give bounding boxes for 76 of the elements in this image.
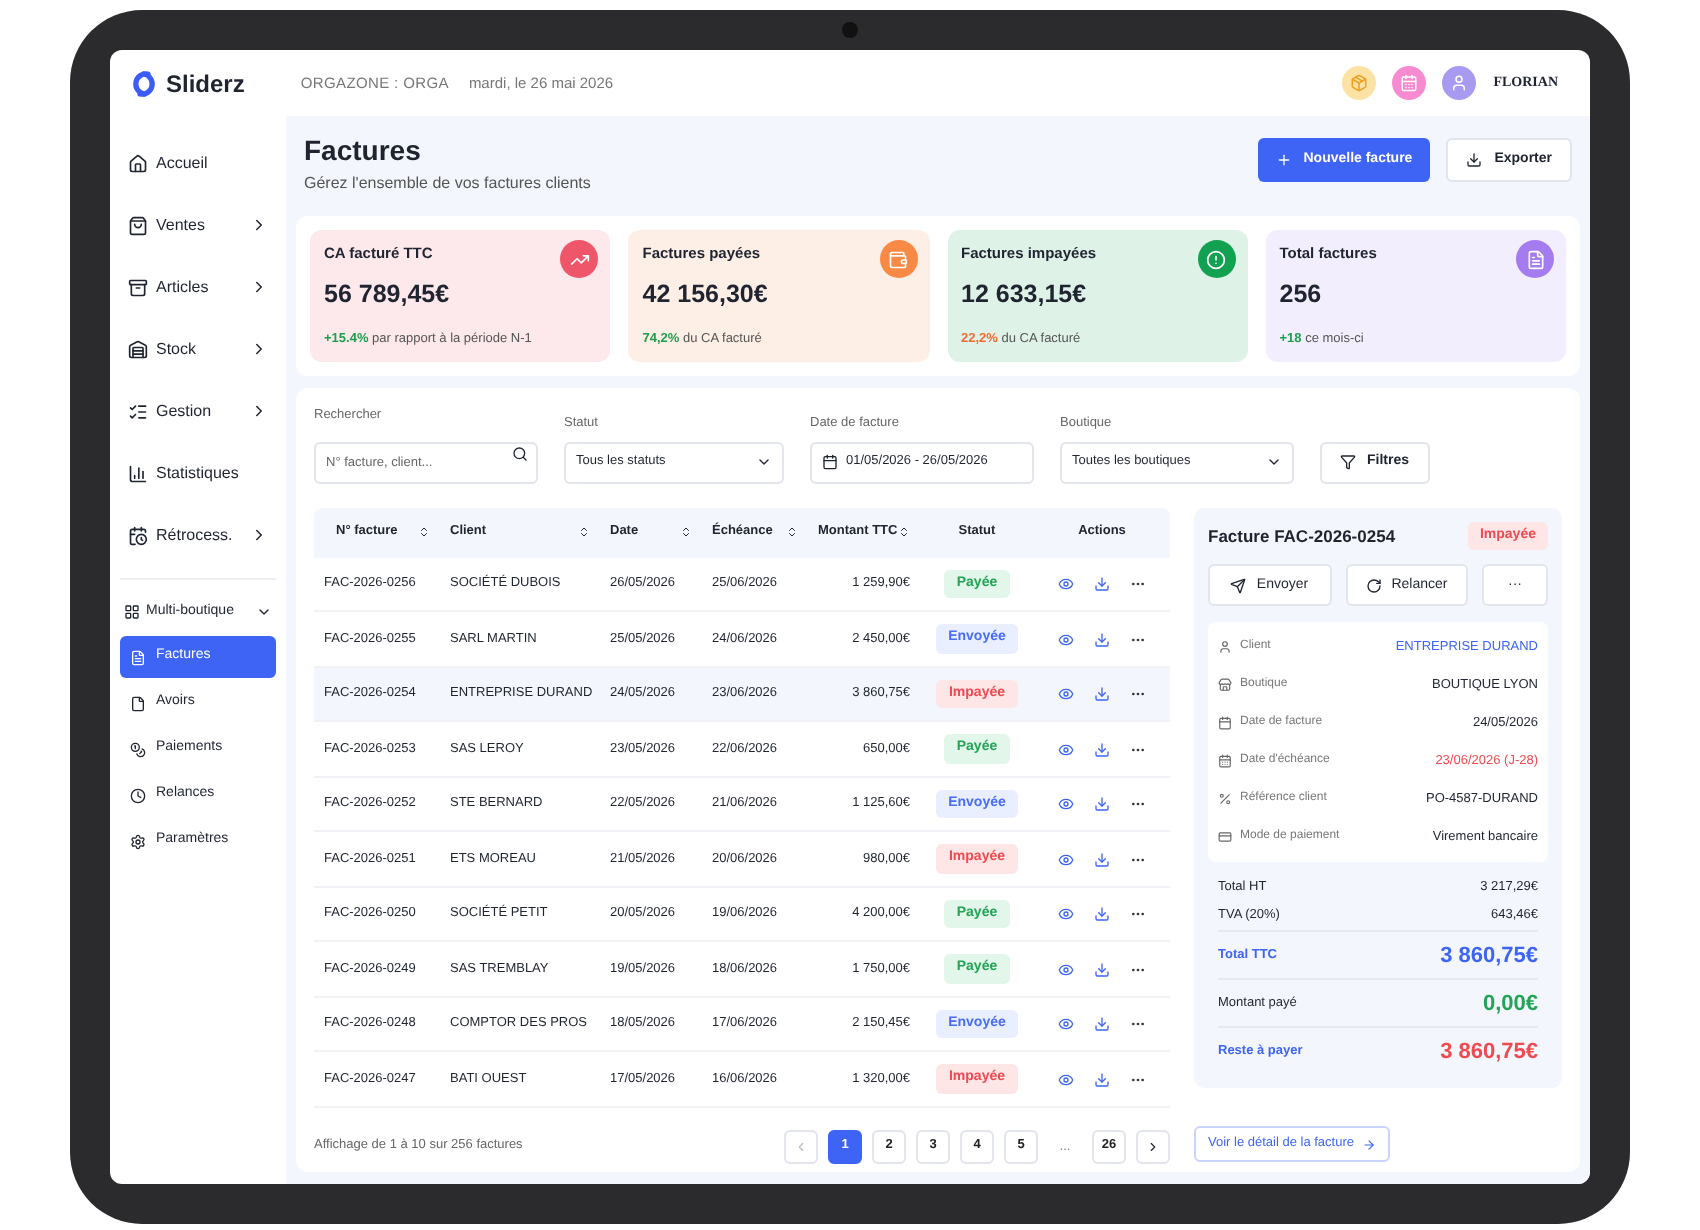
coins-icon (130, 741, 146, 757)
chevron-icon (250, 278, 268, 296)
arrow-icon (1362, 1137, 1376, 1151)
shelf-icon (128, 339, 148, 359)
grid-icon (124, 604, 140, 620)
percent-icon (1218, 792, 1232, 807)
plus-icon (1275, 152, 1292, 168)
view-icon[interactable] (1058, 1071, 1074, 1087)
bag-icon (128, 215, 148, 235)
clock-icon (130, 787, 146, 803)
bar-chart-icon (128, 463, 148, 483)
logo-icon (130, 69, 158, 97)
calendar-icon (1218, 754, 1232, 769)
settings-icon (130, 833, 146, 849)
view-icon[interactable] (1058, 741, 1074, 757)
avatar-icon[interactable] (1441, 66, 1476, 100)
view-icon[interactable] (1058, 906, 1074, 922)
file-icon (130, 695, 146, 711)
send-icon (1230, 577, 1247, 594)
refresh-icon (1365, 577, 1382, 594)
download-icon[interactable] (1094, 961, 1110, 977)
sidebar-item[interactable]: Accueil (120, 132, 276, 194)
sidebar-item[interactable]: Ventes (120, 194, 276, 256)
document-icon (130, 649, 146, 665)
chevron-icon (250, 402, 268, 420)
calendar-icon (822, 454, 838, 471)
archive-icon (128, 277, 148, 297)
stat-value: 56 789,45€ (324, 278, 452, 313)
store-icon (1218, 678, 1232, 693)
app-logo: Sliderz (166, 67, 245, 101)
calendar-icon (128, 525, 148, 545)
filter-icon (1340, 454, 1357, 471)
sidebar-item[interactable]: Gestion (120, 380, 276, 442)
home-icon (128, 153, 148, 173)
view-icon[interactable] (1058, 961, 1074, 977)
view-icon[interactable] (1058, 851, 1074, 867)
stat-value: 256 (1279, 278, 1324, 313)
page-subtitle: Gérez l'ensemble de vos factures clients (304, 172, 593, 196)
list-icon (128, 401, 148, 421)
user-icon (1218, 640, 1232, 655)
download-icon[interactable] (1094, 796, 1110, 812)
card-icon (1218, 830, 1232, 845)
chevron-icon (256, 604, 272, 620)
download-icon[interactable] (1094, 576, 1110, 592)
chevron-right-icon (1146, 1139, 1160, 1154)
total-value: 0,00€ (1482, 989, 1538, 1019)
sidebar-item[interactable]: Stock (120, 318, 276, 380)
chevron-icon (250, 216, 268, 234)
view-icon[interactable] (1058, 796, 1074, 812)
download-icon[interactable] (1094, 631, 1110, 647)
download-icon[interactable] (1094, 851, 1110, 867)
chevron-icon (250, 340, 268, 358)
total-value: 3 860,75€ (1440, 941, 1538, 971)
view-icon[interactable] (1058, 686, 1074, 702)
download-icon[interactable] (1094, 686, 1110, 702)
download-icon[interactable] (1094, 741, 1110, 757)
camera-icon (842, 22, 858, 38)
download-icon[interactable] (1094, 1016, 1110, 1032)
total-value: 3 860,75€ (1440, 1037, 1538, 1067)
chevron-left-icon (794, 1139, 808, 1154)
view-icon[interactable] (1058, 576, 1074, 592)
download-icon (1466, 152, 1483, 168)
stat-value: 12 633,15€ (961, 278, 1089, 313)
detail-title: Facture FAC-2026-0254 (1208, 523, 1396, 549)
sidebar-item[interactable]: Statistiques (120, 442, 276, 504)
download-icon[interactable] (1094, 906, 1110, 922)
view-icon[interactable] (1058, 1016, 1074, 1032)
search-icon (512, 445, 528, 462)
sidebar-item[interactable]: Articles (120, 256, 276, 318)
chevron-icon (250, 526, 268, 544)
download-icon[interactable] (1094, 1071, 1110, 1087)
view-icon[interactable] (1058, 631, 1074, 647)
sidebar-item[interactable]: Rétrocess. (120, 504, 276, 566)
page-title: Factures (304, 132, 423, 168)
calendar-icon (1218, 716, 1232, 731)
stat-value: 42 156,30€ (642, 278, 770, 313)
